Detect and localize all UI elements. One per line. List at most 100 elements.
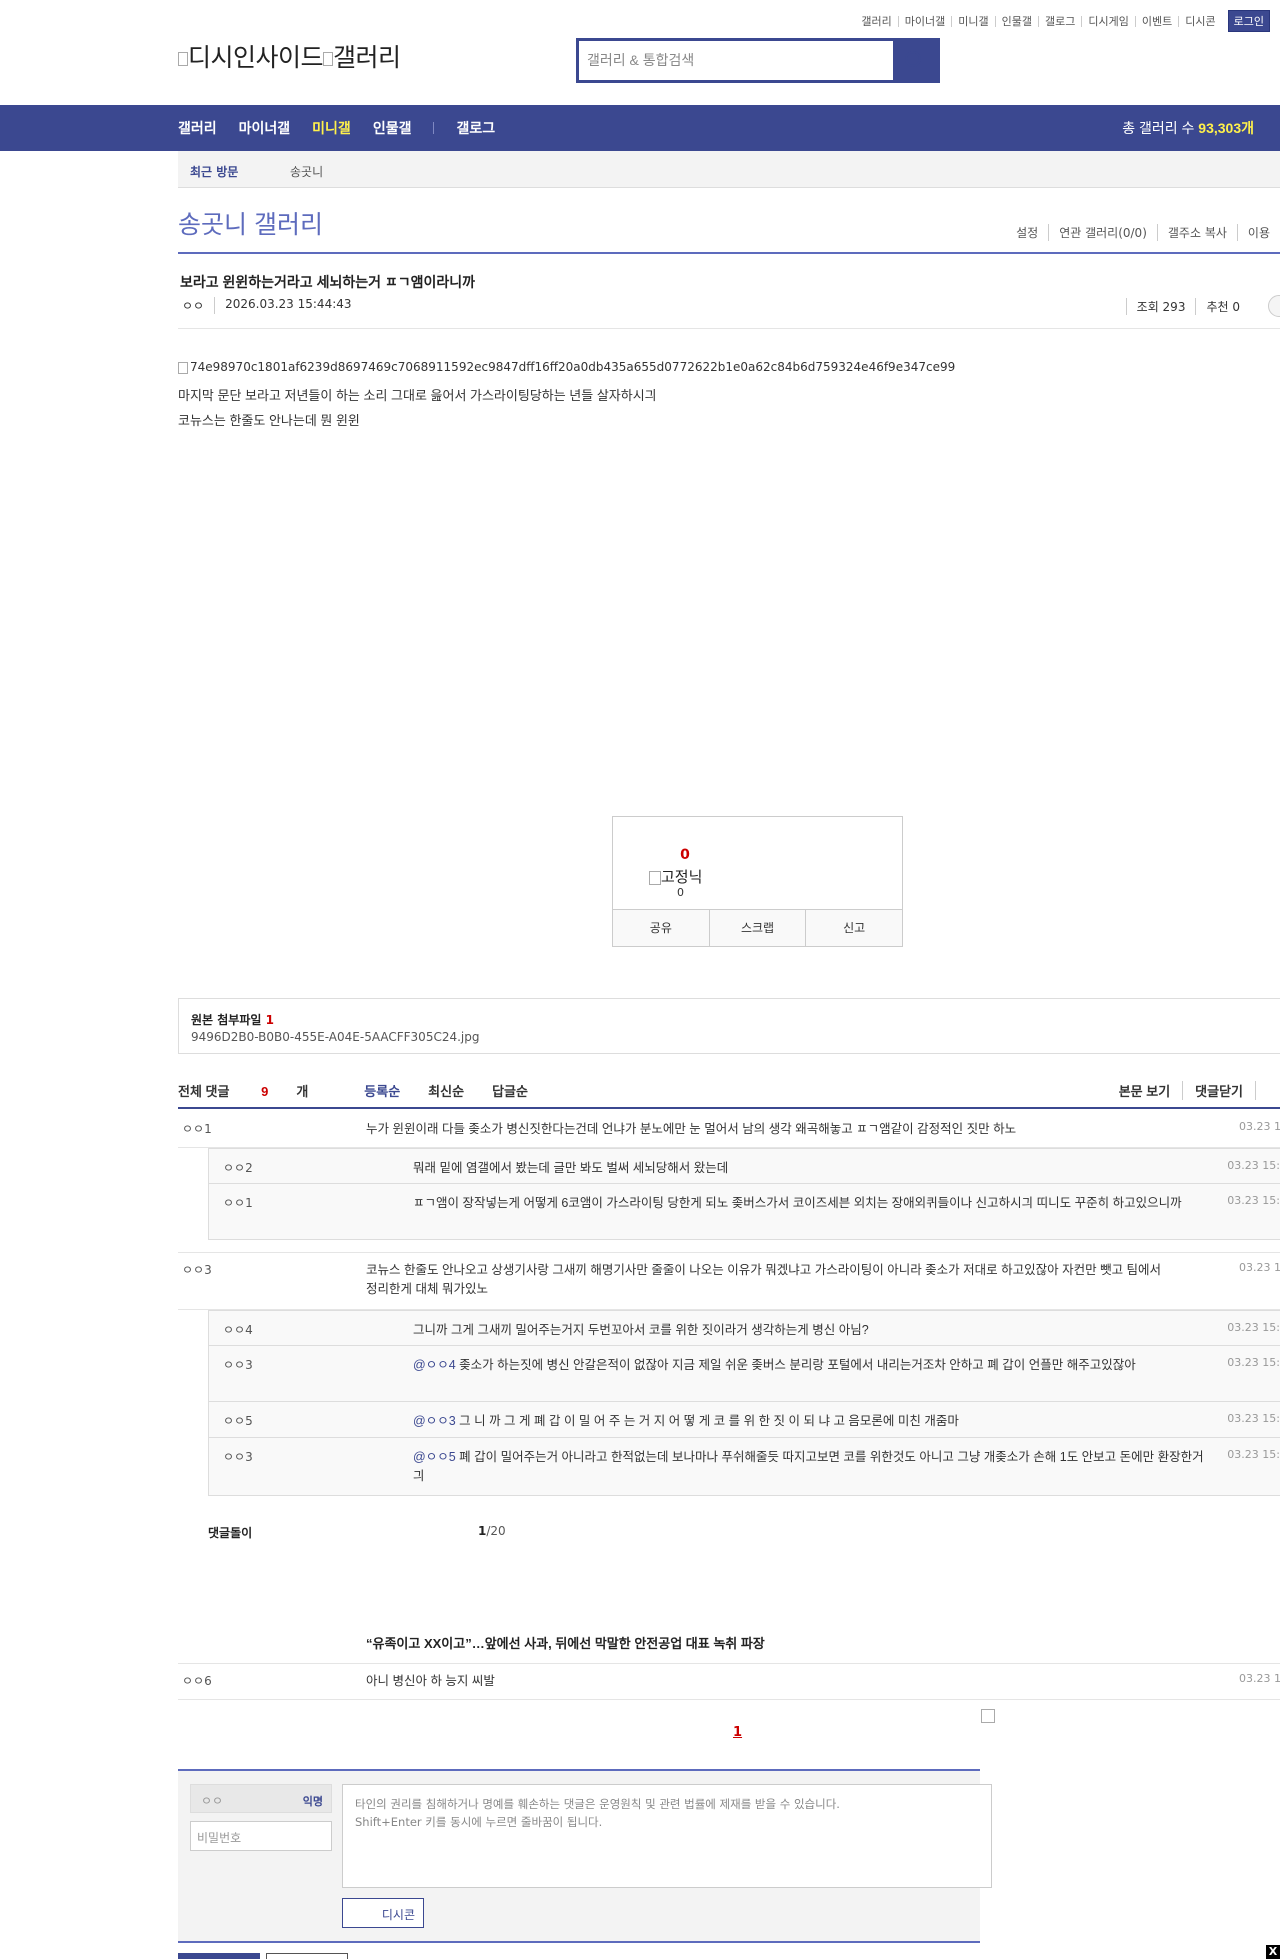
nav-person[interactable]: 인물갤 xyxy=(373,118,412,138)
comment-bot-page-total: /20 xyxy=(486,1524,506,1538)
comment-row: ㅇㅇ6 아니 병신아 하 능지 씨발 03.23 16 xyxy=(178,1664,1280,1700)
search-input[interactable]: 갤러리 & 통합검색 xyxy=(587,41,887,80)
gallery-usage[interactable]: 이용 xyxy=(1236,224,1280,241)
attachment-file-link[interactable]: 9496D2B0-B0B0-455E-A04E-5AACFF305C24.jpg xyxy=(191,1030,480,1044)
password-input[interactable]: 비밀번호 xyxy=(190,1821,332,1851)
logo-alt-text-2: 갤러리 xyxy=(333,44,401,72)
scrap-button[interactable]: 스크랩 xyxy=(708,910,806,946)
dccon-button[interactable]: 디시콘 xyxy=(342,1898,424,1928)
nav-gallog[interactable]: 갤로그 xyxy=(456,118,495,138)
reply-mention[interactable]: @ㅇㅇ5 xyxy=(413,1450,456,1464)
attachment-count: 1 xyxy=(265,1013,274,1027)
reply-row: ㅇㅇ4 그니까 그게 그새끼 밀어주는거지 두번꼬아서 코를 위한 짓이라거 생… xyxy=(208,1310,1280,1346)
top-link-event[interactable]: 이벤트 xyxy=(1134,15,1178,27)
view-post-button[interactable]: 본문 보기 xyxy=(1107,1081,1182,1100)
news-ad-link[interactable]: “유족이고 XX이고”…앞에선 사과, 뒤에선 막말한 안전공업 대표 녹취 파… xyxy=(366,1633,765,1652)
comment-total: 전체 댓글 9 개 xyxy=(178,1081,336,1100)
close-icon[interactable]: X xyxy=(1266,1945,1280,1959)
reply-nick[interactable]: ㅇㅇ4 xyxy=(223,1321,253,1338)
nav-gallery[interactable]: 갤러리 xyxy=(178,118,217,138)
login-button[interactable]: 로그인 xyxy=(1227,10,1270,32)
nav-mini[interactable]: 미니갤 xyxy=(312,118,351,138)
reply-nick[interactable]: ㅇㅇ1 xyxy=(223,1194,253,1211)
post-recommends: 추천 0 xyxy=(1195,298,1250,315)
post-author[interactable]: ㅇㅇ xyxy=(182,297,204,314)
submit-button[interactable] xyxy=(178,1953,260,1959)
reply-date: 03.23 15:5 xyxy=(1227,1448,1280,1461)
top-link-person[interactable]: 인물갤 xyxy=(994,15,1038,27)
comment-nick[interactable]: ㅇㅇ1 xyxy=(182,1120,212,1137)
fixed-nick-count: 0 xyxy=(677,886,684,899)
reply-date: 03.23 15:4 xyxy=(1227,1321,1280,1334)
top-link-mini[interactable]: 미니갤 xyxy=(951,15,994,27)
gallery-title[interactable]: 송곳니 갤러리 xyxy=(178,205,323,241)
reply-text: 뭐래 밑에 염갤에서 봤는데 글만 봐도 벌써 세뇌당해서 왔는데 xyxy=(413,1161,729,1175)
comment-date: 03.23 16 xyxy=(1239,1672,1280,1685)
fixed-nick-icon xyxy=(649,870,661,885)
logo-broken-image-icon-2 xyxy=(323,52,334,67)
comment-nick[interactable]: ㅇㅇ3 xyxy=(182,1261,212,1278)
textarea-hint-2: Shift+Enter 키를 동시에 누르면 줄바꿈이 됩니다. xyxy=(355,1815,603,1829)
top-utility-links: 갤러리 마이너갤 미니갤 인물갤 갤로그 디시게임 이벤트 디시콘 로그인 xyxy=(855,10,1270,32)
sort-replies[interactable]: 답글순 xyxy=(492,1081,528,1100)
recent-visit-item[interactable]: 송곳니 xyxy=(290,163,323,180)
related-galleries[interactable]: 연관 갤러리(0/0) xyxy=(1048,224,1157,241)
sort-latest[interactable]: 최신순 xyxy=(428,1081,464,1100)
close-comments-button[interactable]: 댓글닫기 xyxy=(1182,1081,1255,1100)
post-date: 2026.03.23 15:44:43 xyxy=(214,297,352,314)
search-button[interactable] xyxy=(893,41,937,80)
reply-body: 그 니 까 그 게 폐 갑 이 밀 어 주 는 거 지 어 떻 게 코 를 위 … xyxy=(455,1414,959,1428)
write-name-field[interactable]: ㅇㅇ 익명 xyxy=(190,1784,332,1813)
reply-date: 03.23 15:4 xyxy=(1227,1159,1280,1172)
comment-text: 누가 윈윈이래 다들 좆소가 병신짓한다는건데 언냐가 분노에만 눈 멀어서 남… xyxy=(366,1122,1017,1136)
comment-text: 아니 병신아 하 능지 씨발 xyxy=(366,1674,495,1688)
copy-gallery-url[interactable]: 갤주소 복사 xyxy=(1156,224,1237,241)
comment-bot-page: 1/20 xyxy=(478,1524,506,1538)
fixed-nick-label: 고정닉 xyxy=(661,868,703,886)
comment-nick[interactable]: ㅇㅇ6 xyxy=(182,1672,212,1689)
reply-nick[interactable]: ㅇㅇ3 xyxy=(223,1448,253,1465)
reply-date: 03.23 15:4 xyxy=(1227,1194,1280,1207)
post-option-button[interactable] xyxy=(1268,295,1280,317)
reply-text: ㅍㄱ앰이 장작넣는게 어떻게 6코앰이 가스라이팅 당한게 되노 좆버스가서 코… xyxy=(413,1196,1182,1210)
reply-mention[interactable]: @ㅇㅇ3 xyxy=(413,1414,456,1428)
attachment-box: 원본 첨부파일 1 9496D2B0-B0B0-455E-A04E-5AACFF… xyxy=(178,998,1280,1054)
reply-nick[interactable]: ㅇㅇ5 xyxy=(223,1412,253,1429)
post-views: 조회 293 xyxy=(1125,298,1196,315)
main-nav: 갤러리 마이너갤 미니갤 인물갤 갤로그 총 갤러리 수 93,303개 xyxy=(0,105,1280,151)
gallery-settings[interactable]: 설정 xyxy=(1006,224,1048,241)
top-link-gallery[interactable]: 갤러리 xyxy=(855,16,897,27)
search-icon xyxy=(905,51,921,67)
submit-with-recommend-button[interactable] xyxy=(266,1953,348,1959)
reply-nick[interactable]: ㅇㅇ2 xyxy=(223,1159,253,1176)
top-link-dccon[interactable]: 디시콘 xyxy=(1178,15,1221,27)
site-logo[interactable]: 디시인사이드 갤러리 xyxy=(178,38,401,74)
top-link-game[interactable]: 디시게임 xyxy=(1081,15,1134,27)
comment-total-count: 9 xyxy=(261,1084,269,1099)
textarea-hint-1: 타인의 권리를 침해하거나 명예를 훼손하는 댓글은 운영원칙 및 관련 법률에… xyxy=(355,1797,840,1811)
search-box: 갤러리 & 통합검색 xyxy=(576,38,940,83)
total-label: 총 갤러리 수 xyxy=(1122,120,1199,136)
comment-right-menu: 본문 보기 댓글닫기 xyxy=(1107,1081,1280,1100)
top-link-gallog[interactable]: 갤로그 xyxy=(1038,15,1081,27)
reply-text: 그니까 그게 그새끼 밀어주는거지 두번꼬아서 코를 위한 짓이라거 생각하는게… xyxy=(413,1323,869,1337)
gallery-divider xyxy=(178,252,1280,254)
sort-registered[interactable]: 등록순 xyxy=(364,1081,400,1100)
comment-bot-label: 댓글돌이 xyxy=(208,1526,253,1540)
reply-mention[interactable]: @ㅇㅇ4 xyxy=(413,1358,456,1372)
recommend-box: 0 고정닉 0 공유 스크랩 신고 xyxy=(612,816,903,947)
share-button[interactable]: 공유 xyxy=(613,910,709,946)
comment-textarea[interactable]: 타인의 권리를 침해하거나 명예를 훼손하는 댓글은 운영원칙 및 관련 법률에… xyxy=(342,1784,992,1888)
reply-nick[interactable]: ㅇㅇ3 xyxy=(223,1356,253,1373)
total-gallery-count: 총 갤러리 수 93,303개 xyxy=(1122,105,1254,151)
broken-image-icon xyxy=(178,361,188,374)
recommend-count[interactable]: 0 xyxy=(675,847,695,863)
top-link-minor[interactable]: 마이너갤 xyxy=(897,15,951,27)
nav-minor[interactable]: 마이너갤 xyxy=(239,118,291,138)
broken-image-icon xyxy=(981,1709,995,1723)
comment-page-1[interactable]: 1 xyxy=(733,1725,742,1740)
write-bottom-line xyxy=(178,1941,980,1943)
post-header-divider xyxy=(178,328,1280,329)
report-button[interactable]: 신고 xyxy=(805,910,902,946)
post-meta: ㅇㅇ 2026.03.23 15:44:43 xyxy=(182,297,352,314)
